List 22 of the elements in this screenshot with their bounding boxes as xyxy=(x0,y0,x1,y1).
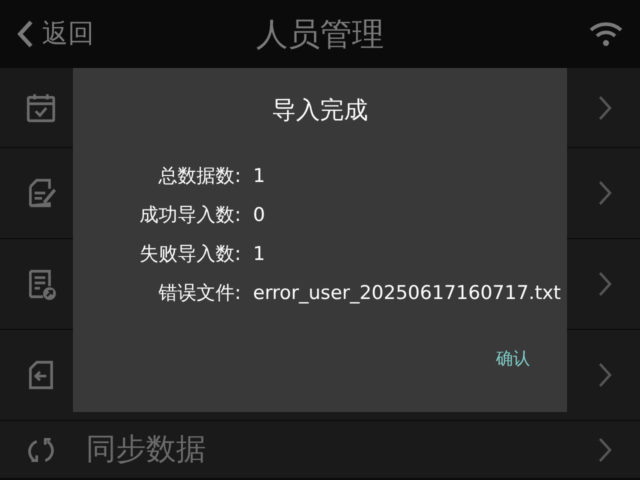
field-value: 1 xyxy=(253,164,266,189)
back-label: 返回 xyxy=(42,18,94,50)
dialog-title: 导入完成 xyxy=(272,95,368,126)
field-label: 成功导入数: xyxy=(138,203,241,228)
back-button[interactable]: 返回 xyxy=(16,14,94,54)
field-label: 总数据数: xyxy=(158,164,241,189)
page-title: 人员管理 xyxy=(256,14,384,55)
chevron-right-icon xyxy=(598,94,612,120)
chevron-right-icon xyxy=(598,271,612,297)
field-value: error_user_20250617160717.txt xyxy=(253,281,562,306)
field-label: 错误文件: xyxy=(158,281,241,306)
chevron-right-icon xyxy=(598,362,612,388)
field-value: 1 xyxy=(253,242,266,267)
menu-row[interactable]: 同步数据 xyxy=(0,421,640,479)
field-value: 0 xyxy=(253,203,266,228)
wifi-icon xyxy=(588,21,624,47)
confirm-button[interactable]: 确认 xyxy=(492,346,534,372)
chevron-right-icon xyxy=(598,436,612,462)
field-label: 失败导入数: xyxy=(138,242,241,267)
chevron-left-icon xyxy=(16,19,34,49)
chevron-right-icon xyxy=(598,180,612,206)
menu-label: 同步数据 xyxy=(86,431,206,469)
